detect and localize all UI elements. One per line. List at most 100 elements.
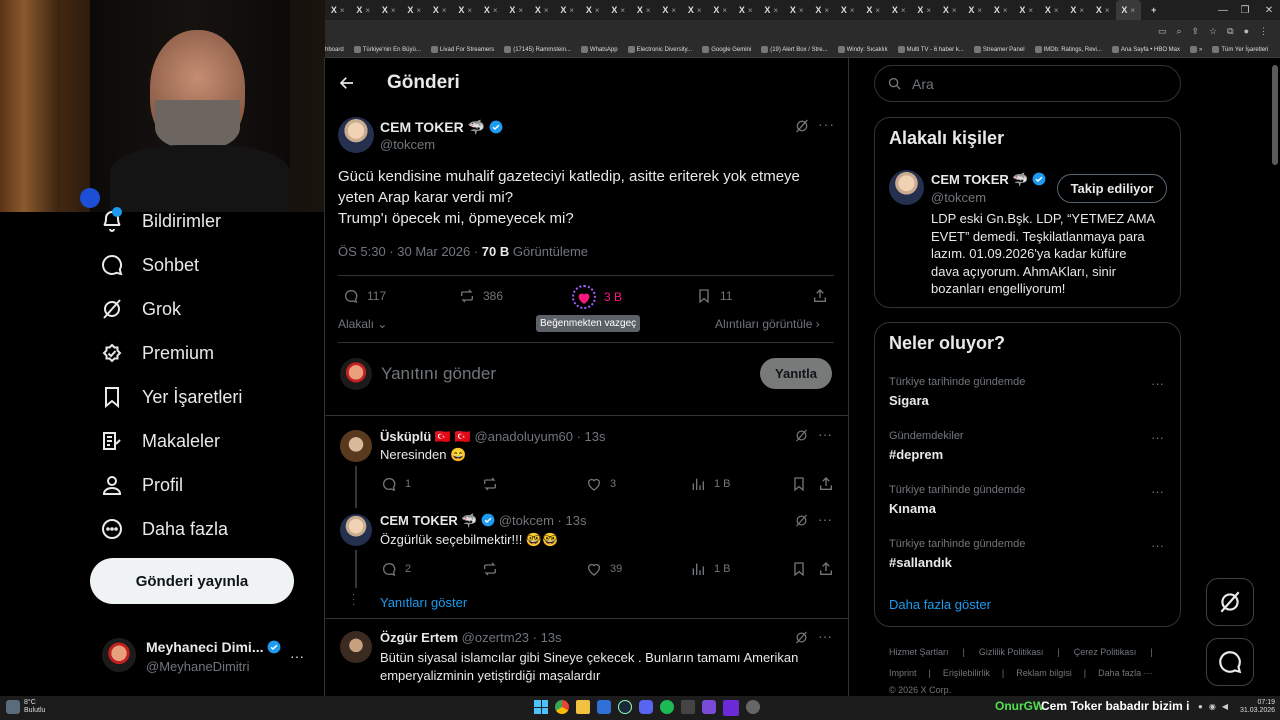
steam-icon[interactable] [618,700,632,714]
trend-more-icon[interactable]: ··· [1151,538,1164,553]
repost-button[interactable] [482,476,498,492]
zoom-icon[interactable]: ⌕ [1176,26,1181,37]
avatar[interactable] [340,514,372,546]
reply-input[interactable]: Yanıtını gönder [381,364,496,384]
bookmark-item[interactable]: Livad For Streamers [430,46,494,53]
weather-widget[interactable]: 8°C Bulutlu [24,699,45,715]
tab-close-icon[interactable]: × [901,6,906,15]
browser-menu-icon[interactable]: ⋮ [1259,26,1268,37]
trend-more-icon[interactable]: ··· [1151,484,1164,499]
reply-button[interactable]: 117 [343,288,386,304]
tab-close-icon[interactable]: × [569,6,574,15]
profile-icon[interactable]: ● [1244,26,1249,36]
browser-tab[interactable]: X × [376,0,402,20]
reply-handle[interactable]: @anadoluyum60 · 13s [475,429,606,444]
nav-premium[interactable]: Premium [100,341,214,365]
nav-messages[interactable]: Sohbet [100,253,199,277]
reply-more-icon[interactable]: ··· [818,511,832,527]
repost-button[interactable]: 386 [459,288,503,304]
footer-link[interactable]: Çerez Politikası [1074,647,1137,657]
browser-tab[interactable]: X × [784,0,810,20]
show-replies-link[interactable]: Yanıtları göster [380,595,467,610]
streaming-app-icon[interactable] [723,700,739,716]
post-more-icon[interactable]: ··· [818,116,835,132]
share-button[interactable] [812,288,828,304]
mic-icon[interactable]: ● [1198,702,1203,711]
nav-more[interactable]: Daha fazla [100,517,228,541]
reply-author[interactable]: Üsküplü 🇹🇷 🇹🇷 [380,429,471,444]
account-more-icon[interactable]: ··· [290,648,304,664]
avatar[interactable] [340,631,372,663]
tab-close-icon[interactable]: × [467,6,472,15]
bookmark-item[interactable]: Türkiye'nin En Büyü... [353,46,421,53]
search-input[interactable]: Ara [912,76,934,92]
related-name-row[interactable]: CEM TOKER 🦈 [931,172,1046,188]
browser-tab[interactable]: X × [708,0,734,20]
grok-explain-icon[interactable] [794,428,809,443]
grok-explain-icon[interactable] [794,630,809,645]
bookmark-button[interactable] [791,476,807,492]
folder-icon[interactable] [576,700,590,714]
trend-more-icon[interactable]: ··· [1151,430,1164,445]
app-icon[interactable] [597,700,611,714]
following-button[interactable]: Takip ediliyor [1057,174,1167,203]
show-more-trends-link[interactable]: Daha fazla göster [889,597,991,612]
footer-link[interactable]: Imprint [889,668,917,678]
tab-close-icon[interactable]: × [518,6,523,15]
tab-close-icon[interactable]: × [1079,6,1084,15]
nav-profile[interactable]: Profil [100,473,183,497]
bookmark-item[interactable]: IMDb: Ratings, Revi... [1034,46,1102,53]
nav-articles[interactable]: Makaleler [100,429,220,453]
search-box[interactable]: Ara [874,65,1181,102]
volume-icon[interactable]: ◀ [1222,702,1228,711]
views-button[interactable]: 1 B [690,476,731,492]
bookmark-item[interactable]: hboard [325,47,344,53]
post-handle[interactable]: @tokcem [380,137,435,152]
tab-close-icon[interactable]: × [646,6,651,15]
share-button[interactable] [818,476,834,492]
bookmark-item[interactable]: Google Gemini [702,46,751,53]
view-quotes-link[interactable]: Alıntıları görüntüle › [715,317,820,331]
reply-more-icon[interactable]: ··· [818,628,832,644]
browser-tab[interactable]: X × [1115,0,1141,20]
reply-handle[interactable]: @tokcem · 13s [499,513,587,528]
spotify-icon[interactable] [660,700,674,714]
reply-author[interactable]: Özgür Ertem [380,630,458,645]
browser-tab[interactable]: X × [835,0,861,20]
avatar[interactable] [340,430,372,462]
windows-start-icon[interactable] [534,700,548,714]
tab-close-icon[interactable]: × [952,6,957,15]
reply-button[interactable]: 1 [381,476,411,492]
bookmark-item[interactable]: Streamer Panel [973,46,1025,53]
reply-author[interactable]: CEM TOKER [380,513,458,528]
bookmark-item[interactable]: Ana Sayfa • HBO Max [1111,46,1180,53]
tab-close-icon[interactable]: × [391,6,396,15]
tab-close-icon[interactable]: × [875,6,880,15]
nav-notifications[interactable]: Bildirimler [100,207,221,233]
repost-button[interactable] [482,561,498,577]
tab-close-icon[interactable]: × [340,6,345,15]
footer-link[interactable]: Erişilebilirlik [943,668,990,678]
like-button[interactable]: 39 [586,561,622,577]
epic-icon[interactable] [681,700,695,714]
tab-close-icon[interactable]: × [773,6,778,15]
bookmark-item[interactable]: Multi TV - 6 haber k... [897,46,964,53]
browser-tab[interactable]: X × [1065,0,1091,20]
browser-tab[interactable]: X × [733,0,759,20]
bookmark-item[interactable]: Tüm Yer İşaretleri [1212,46,1268,53]
post-timestamp[interactable]: ÖS 5:30 · 30 Mar 2026 · [338,244,482,259]
nav-bookmarks[interactable]: Yer İşaretleri [100,385,242,409]
tab-close-icon[interactable]: × [824,6,829,15]
tab-close-icon[interactable]: × [1028,6,1033,15]
browser-tab[interactable]: X × [810,0,836,20]
browser-tab[interactable]: X × [504,0,530,20]
reply-more-icon[interactable]: ··· [818,426,832,442]
grok-fab[interactable] [1206,578,1254,626]
tab-close-icon[interactable]: × [620,6,625,15]
messages-fab[interactable] [1206,638,1254,686]
tab-close-icon[interactable]: × [926,6,931,15]
network-icon[interactable]: ◉ [1209,702,1216,711]
browser-tab[interactable]: X × [657,0,683,20]
bookmark-item[interactable]: Windy: Sıcaklık [837,46,888,53]
like-button[interactable]: 3 [586,476,616,492]
